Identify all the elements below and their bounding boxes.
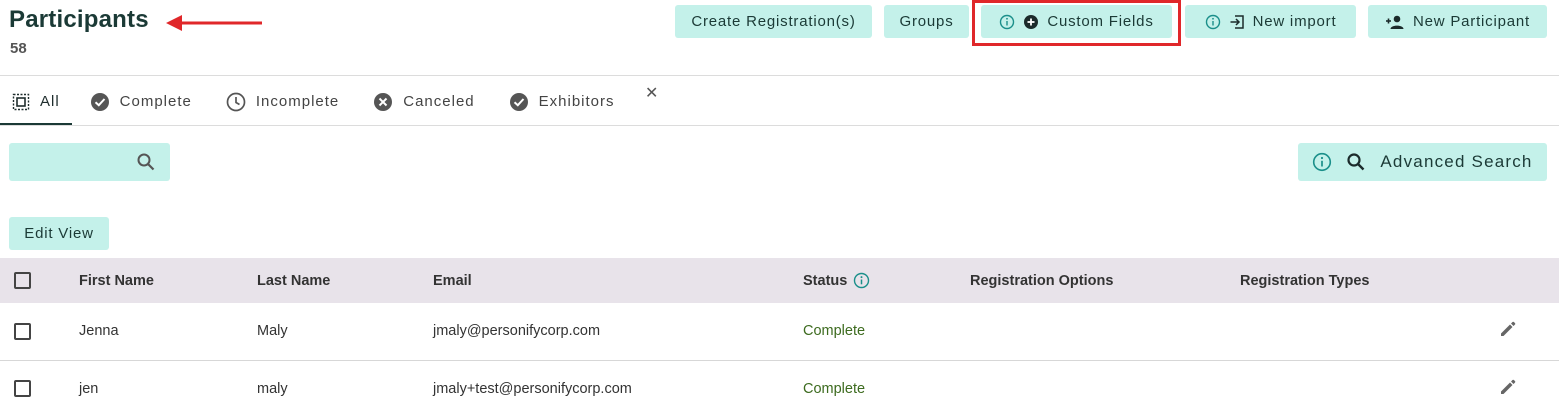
select-all-icon <box>12 93 30 110</box>
x-circle-icon <box>374 92 393 111</box>
status-tabs: All Complete Incomplete Canceled Exhibit… <box>0 78 627 125</box>
cell-registration-types <box>1240 360 1490 414</box>
cell-registration-options <box>970 360 1240 414</box>
clock-icon <box>226 92 246 111</box>
column-header-email[interactable]: Email <box>433 258 803 303</box>
custom-fields-label: Custom Fields <box>1047 13 1154 30</box>
cell-registration-types <box>1240 303 1490 360</box>
annotation-arrow <box>166 15 262 31</box>
cell-last-name: maly <box>257 380 288 397</box>
cell-status: Complete <box>803 380 866 397</box>
new-participant-button[interactable]: New Participant <box>1368 5 1547 38</box>
groups-label: Groups <box>899 13 954 30</box>
column-header-first-name[interactable]: First Name <box>79 258 257 303</box>
table-row[interactable]: Jenna Maly jmaly@personifycorp.com Compl… <box>0 303 1559 360</box>
participant-count: 58 <box>10 40 27 57</box>
tab-complete-label: Complete <box>119 93 192 110</box>
tab-complete[interactable]: Complete <box>78 78 204 125</box>
tab-exhibitors-label: Exhibitors <box>538 93 615 110</box>
new-import-label: New import <box>1252 13 1337 30</box>
column-header-registration-types[interactable]: Registration Types <box>1240 258 1490 303</box>
table-row[interactable]: jen maly jmaly+test@personifycorp.com Co… <box>0 360 1559 414</box>
info-icon[interactable] <box>999 14 1015 30</box>
edit-pencil-icon[interactable] <box>1498 377 1518 397</box>
select-all-checkbox[interactable] <box>14 272 31 289</box>
info-icon[interactable] <box>1205 14 1221 30</box>
advanced-search-label: Advanced Search <box>1380 152 1533 171</box>
edit-view-label: Edit View <box>24 225 94 242</box>
column-header-status[interactable]: Status <box>803 258 970 303</box>
new-import-button[interactable]: New import <box>1185 5 1356 38</box>
column-header-last-name[interactable]: Last Name <box>257 258 433 303</box>
cell-first-name: jen <box>79 380 99 397</box>
cell-email: jmaly+test@personifycorp.com <box>433 380 632 397</box>
cell-registration-options <box>970 303 1240 360</box>
create-registration-label: Create Registration(s) <box>691 13 856 30</box>
search-icon <box>1347 153 1365 171</box>
close-tab-icon[interactable]: ✕ <box>645 83 658 103</box>
check-circle-icon <box>509 92 528 111</box>
tabs-divider <box>0 125 1559 126</box>
table-header-row: First Name Last Name Email Status Regist… <box>0 258 1559 303</box>
row-checkbox[interactable] <box>14 380 31 397</box>
tab-canceled[interactable]: Canceled <box>361 78 486 125</box>
page-title: Participants <box>9 6 149 33</box>
info-icon[interactable] <box>853 272 870 289</box>
tab-incomplete[interactable]: Incomplete <box>214 78 351 125</box>
column-header-registration-options[interactable]: Registration Options <box>970 258 1240 303</box>
tab-incomplete-label: Incomplete <box>255 93 340 110</box>
edit-pencil-icon[interactable] <box>1498 319 1518 339</box>
cell-status: Complete <box>803 323 866 340</box>
column-header-status-label: Status <box>803 272 848 289</box>
cell-last-name: Maly <box>257 323 288 340</box>
header-divider <box>0 75 1559 76</box>
new-participant-label: New Participant <box>1412 13 1531 30</box>
cell-email: jmaly@personifycorp.com <box>433 323 601 340</box>
groups-button[interactable]: Groups <box>884 5 969 38</box>
custom-fields-button[interactable]: Custom Fields <box>981 5 1172 38</box>
check-circle-icon <box>90 92 109 111</box>
tab-all[interactable]: All <box>0 78 72 125</box>
cell-first-name: Jenna <box>79 323 119 340</box>
tab-all-label: All <box>40 93 60 110</box>
row-checkbox[interactable] <box>14 322 31 340</box>
add-person-icon <box>1385 15 1404 29</box>
advanced-search-button[interactable]: Advanced Search <box>1298 143 1547 181</box>
edit-view-button[interactable]: Edit View <box>9 217 109 250</box>
add-circle-icon <box>1024 14 1039 29</box>
search-box <box>9 143 170 181</box>
import-icon <box>1230 14 1244 29</box>
participants-table: First Name Last Name Email Status Regist… <box>0 258 1559 414</box>
search-icon[interactable] <box>136 152 156 172</box>
tab-canceled-label: Canceled <box>403 93 475 110</box>
create-registration-button[interactable]: Create Registration(s) <box>675 5 872 38</box>
tab-exhibitors[interactable]: Exhibitors <box>497 78 627 125</box>
search-input[interactable] <box>17 149 127 175</box>
info-icon[interactable] <box>1312 152 1332 172</box>
